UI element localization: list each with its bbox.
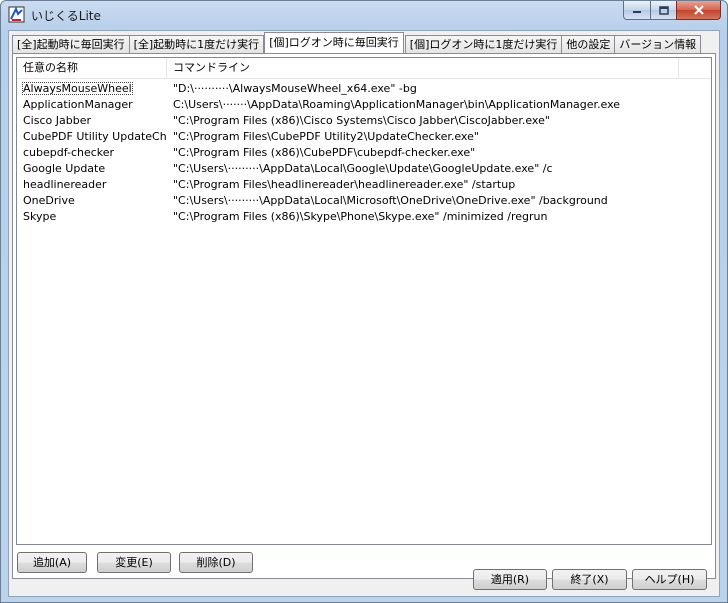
add-button[interactable]: 追加(A) [17, 552, 87, 573]
row-command: "C:\Program Files (x86)\CubePDF\cubepdf-… [173, 146, 476, 159]
list-row[interactable]: Google Update "C:\Users\·········\AppDat… [17, 161, 711, 177]
startup-list[interactable]: 任意の名称 コマンドライン AlwaysMouseWheel "D:\·····… [16, 57, 712, 545]
row-command: "C:\Users\·········\AppData\Local\Google… [173, 162, 553, 175]
row-name: CubePDF Utility UpdateCh... [23, 130, 167, 143]
app-icon [8, 6, 25, 23]
list-rows: AlwaysMouseWheel "D:\··········\AlwaysMo… [17, 81, 711, 225]
row-command: "C:\Program Files (x86)\Skype\Phone\Skyp… [173, 210, 548, 223]
list-row[interactable]: Cisco Jabber "C:\Program Files (x86)\Cis… [17, 113, 711, 129]
apply-button[interactable]: 適用(R) [473, 569, 547, 590]
list-row[interactable]: Skype "C:\Program Files (x86)\Skype\Phon… [17, 209, 711, 225]
list-row[interactable]: headlinereader "C:\Program Files\headlin… [17, 177, 711, 193]
tab-user-every-logon[interactable]: [個]ログオン時に毎回実行 [264, 32, 404, 53]
list-row[interactable]: cubepdf-checker "C:\Program Files (x86)\… [17, 145, 711, 161]
minimize-icon [633, 11, 641, 13]
tab-strip: [全]起動時に毎回実行 [全]起動時に1度だけ実行 [個]ログオン時に毎回実行 … [12, 32, 702, 53]
maximize-icon [658, 5, 669, 15]
row-command: "D:\··········\AlwaysMouseWheel_x64.exe"… [173, 82, 417, 95]
title-bar[interactable]: いじくるLite [1, 1, 727, 29]
row-name: OneDrive [23, 194, 75, 207]
tab-version-info[interactable]: バージョン情報 [614, 35, 702, 53]
row-name: ApplicationManager [23, 98, 133, 111]
row-command: C:\Users\·······\AppData\Roaming\Applica… [173, 98, 621, 111]
row-command: "C:\Users\·········\AppData\Local\Micros… [173, 194, 608, 207]
list-row[interactable]: CubePDF Utility UpdateCh... "C:\Program … [17, 129, 711, 145]
tab-user-once-logon[interactable]: [個]ログオン時に1度だけ実行 [404, 35, 563, 53]
row-name: AlwaysMouseWheel [22, 82, 133, 95]
column-header-filler [679, 58, 711, 79]
row-name: cubepdf-checker [23, 146, 115, 159]
column-header-command[interactable]: コマンドライン [167, 58, 679, 79]
exit-button[interactable]: 終了(X) [552, 569, 627, 590]
row-name: Cisco Jabber [23, 114, 91, 127]
tab-all-once-boot[interactable]: [全]起動時に1度だけ実行 [128, 35, 265, 53]
list-row[interactable]: AlwaysMouseWheel "D:\··········\AlwaysMo… [17, 81, 711, 97]
row-name: headlinereader [23, 178, 107, 191]
tab-all-every-boot[interactable]: [全]起動時に毎回実行 [12, 35, 130, 53]
delete-button[interactable]: 削除(D) [179, 552, 253, 573]
close-icon [693, 5, 704, 15]
close-button[interactable] [676, 1, 721, 20]
list-header: 任意の名称 コマンドライン [17, 58, 711, 79]
client-area: [全]起動時に毎回実行 [全]起動時に1度だけ実行 [個]ログオン時に毎回実行 … [8, 30, 720, 597]
app-window: いじくるLite [全]起動時に毎回実行 [全]起動時に1度だけ実行 [個]ログ… [0, 0, 728, 603]
row-name: Google Update [23, 162, 106, 175]
row-command: "C:\Program Files\CubePDF Utility2\Updat… [173, 130, 479, 143]
column-header-name[interactable]: 任意の名称 [17, 58, 167, 79]
row-command: "C:\Program Files\headlinereader\headlin… [173, 178, 516, 191]
edit-button[interactable]: 変更(E) [97, 552, 171, 573]
window-title: いじくるLite [31, 9, 101, 23]
tab-panel: 任意の名称 コマンドライン AlwaysMouseWheel "D:\·····… [12, 53, 716, 579]
list-row[interactable]: ApplicationManager C:\Users\·······\AppD… [17, 97, 711, 113]
row-name: Skype [23, 210, 57, 223]
list-row[interactable]: OneDrive "C:\Users\·········\AppData\Loc… [17, 193, 711, 209]
tab-other-settings[interactable]: 他の設定 [561, 35, 616, 53]
row-command: "C:\Program Files (x86)\Cisco Systems\Ci… [173, 114, 550, 127]
minimize-button[interactable] [623, 1, 650, 20]
help-button[interactable]: ヘルプ(H) [632, 569, 707, 590]
maximize-button[interactable] [650, 1, 676, 20]
